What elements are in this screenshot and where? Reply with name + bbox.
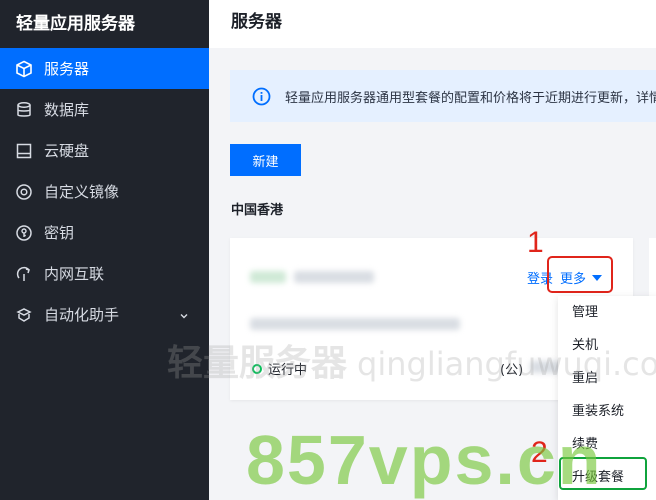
- page-title: 服务器: [209, 0, 656, 48]
- cube-icon: [14, 59, 34, 79]
- highlight-box-more: [547, 256, 613, 293]
- highlight-box-upgrade: [559, 457, 647, 490]
- link-icon: [14, 264, 34, 284]
- step-number-2: 2: [531, 436, 548, 469]
- sidebar-item-label: 服务器: [44, 60, 90, 78]
- running-status-icon: [252, 363, 262, 374]
- automation-icon: [14, 305, 34, 325]
- main-content: 服务器 轻量应用服务器通用型套餐的配置和价格将于近期进行更新，详情 新建 中国香…: [209, 0, 656, 500]
- notice-banner: 轻量应用服务器通用型套餐的配置和价格将于近期进行更新，详情: [230, 70, 656, 122]
- database-icon: [14, 100, 34, 120]
- menu-item-manage[interactable]: 管理: [558, 296, 656, 329]
- sidebar-item-label: 内网互联: [44, 265, 105, 283]
- sidebar-item-label: 自定义镜像: [44, 183, 120, 201]
- status-badge: 运行中: [252, 359, 307, 378]
- info-icon: [252, 87, 271, 106]
- sidebar-item-label: 密钥: [44, 224, 75, 242]
- sidebar-item-custom-image[interactable]: 自定义镜像: [0, 171, 209, 212]
- step-number-1: 1: [527, 226, 544, 259]
- key-icon: [14, 223, 34, 243]
- sidebar-item-database[interactable]: 数据库: [0, 89, 209, 130]
- sidebar: 轻量应用服务器 服务器 数据库 云硬盘 自定义镜像 密钥 内网互联 自动化助手: [0, 0, 209, 500]
- status-text: 运行中: [268, 363, 308, 378]
- sidebar-item-servers[interactable]: 服务器: [0, 48, 209, 89]
- menu-item-restart[interactable]: 重启: [558, 362, 656, 395]
- public-ip-label: (公): [500, 363, 524, 378]
- new-server-button[interactable]: 新建: [230, 144, 301, 176]
- sidebar-item-label: 数据库: [44, 101, 90, 119]
- server-spec-blurred: [250, 318, 460, 330]
- region-label: 中国香港: [231, 203, 284, 218]
- server-name-blurred: [250, 271, 286, 283]
- image-icon: [14, 182, 34, 202]
- sidebar-item-label: 云硬盘: [44, 142, 90, 160]
- menu-item-shutdown[interactable]: 关机: [558, 329, 656, 362]
- server-id-blurred: [294, 271, 374, 283]
- sidebar-item-interconnect[interactable]: 内网互联: [0, 253, 209, 294]
- sidebar-item-cloud-disk[interactable]: 云硬盘: [0, 130, 209, 171]
- notice-text: 轻量应用服务器通用型套餐的配置和价格将于近期进行更新，详情: [285, 90, 656, 106]
- sidebar-item-keys[interactable]: 密钥: [0, 212, 209, 253]
- sidebar-item-automation[interactable]: 自动化助手: [0, 294, 209, 335]
- disk-icon: [14, 141, 34, 161]
- chevron-down-icon[interactable]: [179, 307, 189, 325]
- app-title: 轻量应用服务器: [16, 14, 135, 34]
- menu-item-reinstall[interactable]: 重装系统: [558, 395, 656, 428]
- sidebar-item-label: 自动化助手: [44, 306, 120, 324]
